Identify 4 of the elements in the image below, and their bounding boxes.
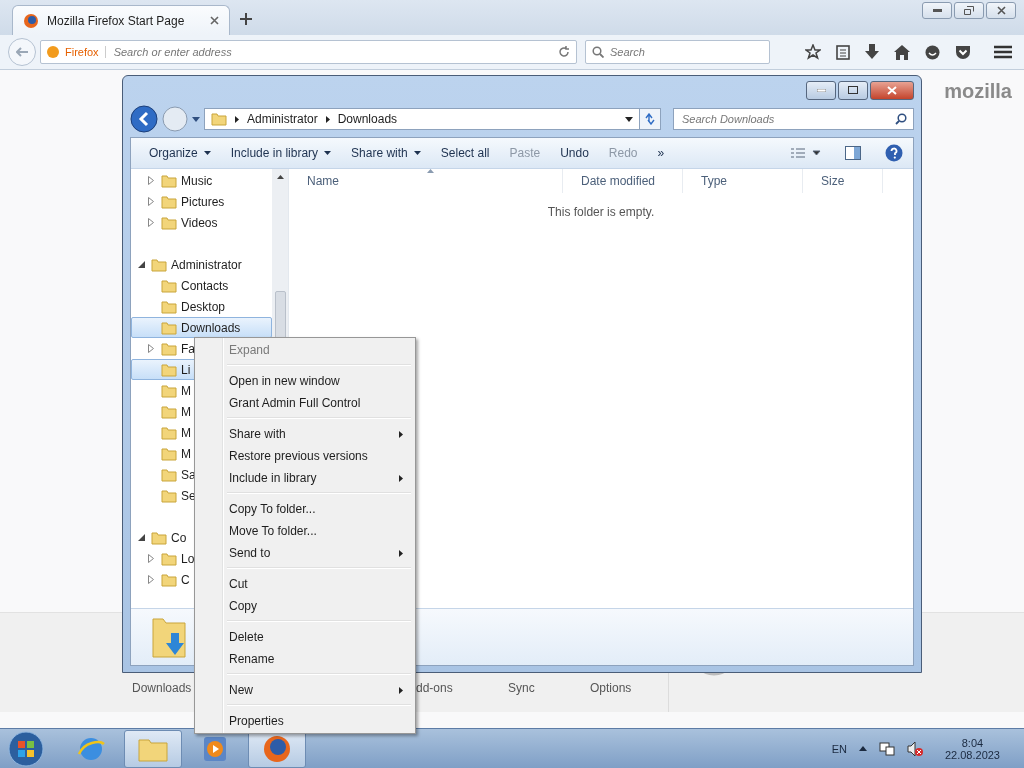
tab-title: Mozilla Firefox Start Page xyxy=(47,13,186,28)
mozilla-logo: mozilla xyxy=(944,80,1012,103)
identity-label: Firefox xyxy=(65,46,106,58)
empty-folder-message: This folder is empty. xyxy=(546,205,656,219)
